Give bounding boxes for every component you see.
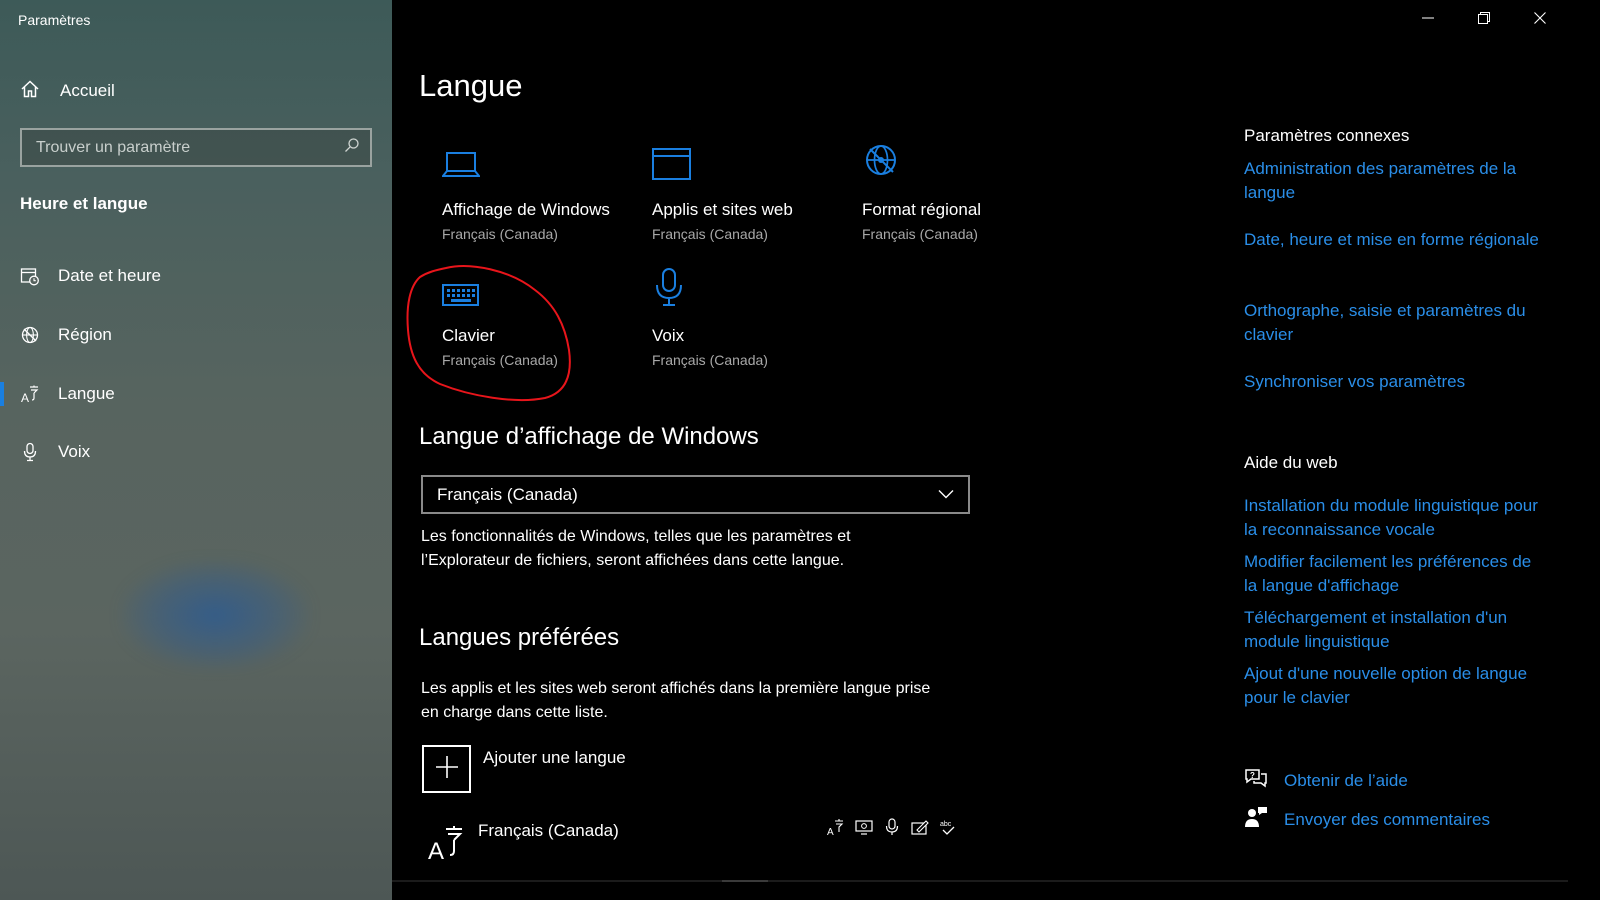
- close-button[interactable]: [1512, 0, 1568, 40]
- close-icon: [1534, 11, 1546, 29]
- related-link-orthographe[interactable]: Orthographe, saisie et paramètres du cla…: [1244, 299, 1544, 347]
- svg-text:A: A: [428, 838, 444, 861]
- handwriting-icon: [910, 817, 930, 837]
- window-icon: [652, 147, 692, 186]
- web-help-link[interactable]: Ajout d'une nouvelle option de langue po…: [1244, 662, 1544, 710]
- sidebar: Paramètres Accueil Trouver un paramètre …: [0, 0, 392, 900]
- tile-title: Clavier: [442, 326, 495, 345]
- display-language-heading: Langue d’affichage de Windows: [419, 423, 759, 450]
- get-help-label: Obtenir de l’aide: [1284, 770, 1408, 790]
- svg-text:A: A: [21, 391, 29, 404]
- display-language-icon: [854, 817, 874, 837]
- web-help-link[interactable]: Téléchargement et installation d'un modu…: [1244, 606, 1544, 654]
- spellcheck-icon: abc: [938, 817, 958, 837]
- related-link-date-heure[interactable]: Date, heure et mise en forme régionale: [1244, 228, 1544, 252]
- preferred-language-item[interactable]: Français (Canada): [478, 821, 619, 841]
- preferred-languages-heading: Langues préférées: [419, 624, 620, 651]
- tile-affichage-windows[interactable]: Affichage de Windows Français (Canada): [440, 142, 642, 242]
- app-title: Paramètres: [18, 12, 91, 28]
- minimize-button[interactable]: [1400, 0, 1456, 40]
- language-icon: A: [428, 823, 466, 866]
- sidebar-item-region[interactable]: Région: [0, 313, 392, 357]
- tile-subtitle: Français (Canada): [442, 352, 558, 368]
- sidebar-item-langue[interactable]: A Langue: [0, 372, 392, 416]
- tile-title: Affichage de Windows: [442, 200, 610, 219]
- home-button[interactable]: Accueil: [20, 78, 115, 104]
- related-settings-heading: Paramètres connexes: [1244, 126, 1410, 145]
- tile-title: Voix: [652, 326, 685, 345]
- sidebar-item-label: Région: [58, 325, 112, 344]
- display-language-dropdown[interactable]: Français (Canada): [421, 475, 970, 514]
- speech-icon: [882, 817, 902, 837]
- section-title: Heure et langue: [20, 194, 148, 213]
- globe-icon: [20, 325, 40, 345]
- chevron-down-icon: [938, 486, 954, 504]
- laptop-icon: [440, 149, 482, 186]
- minimize-icon: [1422, 11, 1434, 29]
- add-language-label[interactable]: Ajouter une langue: [483, 748, 626, 768]
- description-line: l’Explorateur de fichiers, seront affich…: [421, 552, 845, 569]
- help-chat-icon: ?: [1244, 767, 1268, 794]
- send-feedback-link[interactable]: Envoyer des commentaires: [1244, 806, 1490, 833]
- svg-text:A: A: [827, 827, 834, 836]
- sidebar-item-label: Langue: [58, 384, 115, 403]
- display-language-description: Les fonctionnalités de Windows, telles q…: [421, 525, 981, 573]
- home-label: Accueil: [60, 81, 115, 100]
- tile-voix[interactable]: Voix Français (Canada): [652, 268, 852, 368]
- tile-subtitle: Français (Canada): [442, 226, 558, 242]
- web-help-link[interactable]: Modifier facilement les préférences de l…: [1244, 550, 1544, 598]
- language-pack-icon: A: [826, 817, 846, 837]
- restore-icon: [1478, 11, 1490, 29]
- background-blur: [120, 560, 310, 670]
- svg-text:?: ?: [1250, 771, 1255, 780]
- globe-icon: [862, 141, 900, 186]
- tile-subtitle: Français (Canada): [652, 352, 768, 368]
- microphone-icon: [20, 442, 40, 462]
- page-title: Langue: [419, 68, 523, 103]
- preferred-languages-description: Les applis et les sites web seront affic…: [421, 677, 981, 725]
- language-icon: A: [20, 384, 40, 404]
- search-input[interactable]: Trouver un paramètre: [20, 128, 372, 167]
- sidebar-item-label: Voix: [58, 442, 91, 461]
- search-placeholder: Trouver un paramètre: [36, 138, 191, 156]
- web-help-link[interactable]: Installation du module linguistique pour…: [1244, 494, 1544, 542]
- restore-button[interactable]: [1456, 0, 1512, 40]
- tile-clavier[interactable]: Clavier Français (Canada): [442, 268, 642, 368]
- add-language-button[interactable]: [422, 745, 471, 793]
- home-icon: [20, 79, 40, 104]
- tile-format-regional[interactable]: Format régional Français (Canada): [862, 142, 1062, 242]
- search-icon[interactable]: [344, 137, 360, 158]
- horizontal-scrollbar[interactable]: [392, 880, 1568, 882]
- tile-subtitle: Français (Canada): [862, 226, 978, 242]
- description-line: Les fonctionnalités de Windows, telles q…: [421, 528, 851, 545]
- description-line: en charge dans cette liste.: [421, 704, 608, 721]
- send-feedback-label: Envoyer des commentaires: [1284, 809, 1490, 829]
- tile-applis-sites-web[interactable]: Applis et sites web Français (Canada): [652, 142, 852, 242]
- microphone-icon: [652, 265, 686, 312]
- tile-title: Applis et sites web: [652, 200, 793, 219]
- web-help-heading: Aide du web: [1244, 453, 1338, 472]
- calendar-clock-icon: [20, 266, 40, 286]
- language-features: A abc: [826, 817, 958, 837]
- description-line: Les applis et les sites web seront affic…: [421, 680, 931, 697]
- tile-title: Format régional: [862, 200, 982, 219]
- keyboard-icon: [442, 281, 480, 312]
- sidebar-item-date-et-heure[interactable]: Date et heure: [0, 254, 392, 298]
- scrollbar-thumb[interactable]: [722, 880, 768, 882]
- dropdown-value: Français (Canada): [437, 484, 578, 504]
- feedback-icon: [1244, 806, 1268, 833]
- tile-subtitle: Français (Canada): [652, 226, 768, 242]
- related-link-synchroniser[interactable]: Synchroniser vos paramètres: [1244, 370, 1544, 394]
- sidebar-item-label: Date et heure: [58, 266, 162, 285]
- get-help-link[interactable]: ? Obtenir de l’aide: [1244, 767, 1408, 794]
- svg-text:abc: abc: [940, 821, 952, 828]
- related-link-admin-langue[interactable]: Administration des paramètres de la lang…: [1244, 157, 1544, 205]
- plus-icon: [435, 755, 459, 784]
- sidebar-item-voix[interactable]: Voix: [0, 430, 392, 474]
